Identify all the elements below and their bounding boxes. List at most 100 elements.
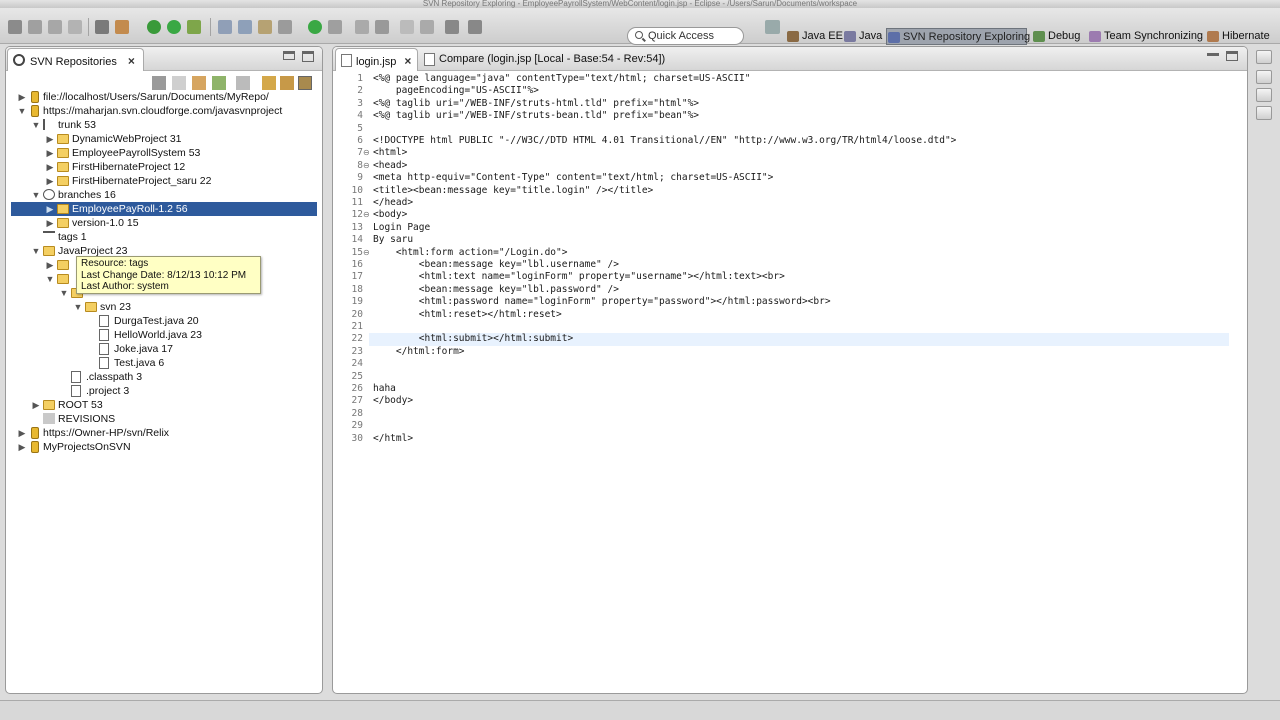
code-line[interactable]: pageEncoding="US-ASCII"%> xyxy=(373,85,539,97)
code-line[interactable]: <html:submit></html:submit> xyxy=(373,333,573,345)
run-server-icon[interactable] xyxy=(308,20,322,34)
tree-item[interactable]: DurgaTest.java 20 xyxy=(6,314,322,328)
tab-login-jsp[interactable]: login.jsp × xyxy=(335,48,419,71)
forward-icon[interactable] xyxy=(192,76,206,90)
tab-compare[interactable]: Compare (login.jsp [Local - Base:54 - Re… xyxy=(419,48,671,71)
next-annotation-icon[interactable] xyxy=(355,20,369,34)
expanded-arrow-icon[interactable]: ▼ xyxy=(31,188,41,202)
prev-annotation-icon[interactable] xyxy=(375,20,389,34)
annotation-icon[interactable] xyxy=(328,20,342,34)
outline-icon[interactable] xyxy=(1256,70,1272,84)
tree-item[interactable]: tags 1 xyxy=(6,230,322,244)
tree-item[interactable]: ▶ version-1.0 15 xyxy=(6,216,322,230)
last-edit-icon[interactable] xyxy=(400,20,414,34)
search-toolbar-icon[interactable] xyxy=(278,20,292,34)
tree-item[interactable]: .classpath 3 xyxy=(6,370,322,384)
code-line[interactable]: <bean:message key="lbl.username" /> xyxy=(373,259,619,271)
collapsed-arrow-icon[interactable]: ▶ xyxy=(45,146,55,160)
editor-maximize-icon[interactable] xyxy=(1226,51,1238,61)
collapsed-arrow-icon[interactable]: ▶ xyxy=(45,258,55,272)
code-line[interactable]: Login Page xyxy=(373,222,430,234)
collapsed-arrow-icon[interactable]: ▶ xyxy=(45,132,55,146)
collapsed-arrow-icon[interactable]: ▶ xyxy=(45,216,55,230)
collapsed-arrow-icon[interactable]: ▶ xyxy=(17,440,27,454)
maximize-icon[interactable] xyxy=(302,51,314,62)
code-line[interactable]: </html> xyxy=(373,433,413,445)
fold-toggle-icon[interactable]: ⊖ xyxy=(363,209,370,221)
refresh-icon[interactable] xyxy=(212,76,226,90)
fold-toggle-icon[interactable]: ⊖ xyxy=(363,147,370,159)
print-icon[interactable] xyxy=(68,20,82,34)
code-line[interactable]: </head> xyxy=(373,197,413,209)
tree-item[interactable]: ▶ FirstHibernateProject_saru 22 xyxy=(6,174,322,188)
tree-item[interactable]: ▶ FirstHibernateProject 12 xyxy=(6,160,322,174)
close-icon[interactable]: × xyxy=(404,54,411,68)
tab-svn-repositories[interactable]: SVN Repositories × xyxy=(7,48,144,71)
code-line[interactable]: <head> xyxy=(373,160,407,172)
code-line[interactable]: <bean:message key="lbl.password" /> xyxy=(373,284,619,296)
pin-icon[interactable] xyxy=(420,20,434,34)
expanded-arrow-icon[interactable]: ▼ xyxy=(17,104,27,118)
expanded-arrow-icon[interactable]: ▼ xyxy=(31,118,41,132)
build-icon[interactable] xyxy=(115,20,129,34)
fold-toggle-icon[interactable]: ⊖ xyxy=(363,160,370,172)
tree-item[interactable]: ▶ EmployeePayRoll-1.2 56 xyxy=(11,202,317,216)
save-all-icon[interactable] xyxy=(48,20,62,34)
tree-item[interactable]: ▶ DynamicWebProject 31 xyxy=(6,132,322,146)
new-server-icon[interactable] xyxy=(218,20,232,34)
collapsed-arrow-icon[interactable]: ▶ xyxy=(45,174,55,188)
code-line[interactable]: </body> xyxy=(373,395,413,407)
open-perspective-icon[interactable] xyxy=(765,20,780,34)
editor-minimize-icon[interactable] xyxy=(1207,53,1219,56)
collapsed-arrow-icon[interactable]: ▶ xyxy=(17,90,27,104)
forward-icon[interactable] xyxy=(468,20,482,34)
expanded-arrow-icon[interactable]: ▼ xyxy=(45,272,55,286)
collapsed-arrow-icon[interactable]: ▶ xyxy=(45,160,55,174)
collapsed-arrow-icon[interactable]: ▶ xyxy=(31,398,41,412)
restore-icon[interactable] xyxy=(1256,50,1272,64)
expanded-arrow-icon[interactable]: ▼ xyxy=(73,300,83,314)
tree-item[interactable]: REVISIONS xyxy=(6,412,322,426)
code-line[interactable]: <%@ taglib uri="/WEB-INF/struts-html.tld… xyxy=(373,98,699,110)
tree-item[interactable]: Test.java 6 xyxy=(6,356,322,370)
code-line[interactable]: By saru xyxy=(373,234,413,246)
expanded-arrow-icon[interactable]: ▼ xyxy=(31,244,41,258)
minimize-icon[interactable] xyxy=(283,51,295,60)
tree-item[interactable]: ▶ ROOT 53 xyxy=(6,398,322,412)
quick-access-input[interactable]: Quick Access xyxy=(627,27,744,45)
tree-item[interactable]: ▶ EmployeePayrollSystem 53 xyxy=(6,146,322,160)
back-icon[interactable] xyxy=(445,20,459,34)
code-line[interactable]: </html:form> xyxy=(373,346,465,358)
view-menu-icon[interactable] xyxy=(298,76,312,90)
tree-item[interactable]: Joke.java 17 xyxy=(6,342,322,356)
collapsed-arrow-icon[interactable]: ▶ xyxy=(45,202,55,216)
code-line[interactable]: <meta http-equiv="Content-Type" content=… xyxy=(373,172,773,184)
open-task-icon[interactable] xyxy=(258,20,272,34)
expanded-arrow-icon[interactable]: ▼ xyxy=(59,286,69,300)
collapse-all-icon[interactable] xyxy=(236,76,250,90)
new-repository-icon[interactable] xyxy=(262,76,276,90)
open-type-icon[interactable] xyxy=(238,20,252,34)
debug-run-icon[interactable] xyxy=(147,20,161,34)
tree-item[interactable]: ▼ svn 23 xyxy=(6,300,322,314)
code-line[interactable]: <html:text name="loginForm" property="us… xyxy=(373,271,785,283)
link-editor-icon[interactable] xyxy=(280,76,294,90)
perspective-team-synchronizing[interactable]: Team Synchronizing xyxy=(1088,28,1203,45)
code-line[interactable]: <title><bean:message key="title.login" /… xyxy=(373,185,653,197)
perspective-java-ee[interactable]: Java EE xyxy=(786,28,843,45)
perspective-debug[interactable]: Debug xyxy=(1032,28,1082,45)
code-line[interactable]: <html:reset></html:reset> xyxy=(373,309,562,321)
code-line[interactable]: <!DOCTYPE html PUBLIC "-//W3C//DTD HTML … xyxy=(373,135,956,147)
tree-item[interactable]: ▶ file://localhost/Users/Sarun/Documents/… xyxy=(6,90,322,104)
tree-item[interactable]: ▶ https://Owner-HP/svn/Relix xyxy=(6,426,322,440)
collapsed-arrow-icon[interactable]: ▶ xyxy=(17,426,27,440)
code-line[interactable]: <html> xyxy=(373,147,407,159)
new-icon[interactable] xyxy=(8,20,22,34)
code-line[interactable]: <body> xyxy=(373,209,407,221)
tree-item[interactable]: .project 3 xyxy=(6,384,322,398)
perspective-java[interactable]: Java xyxy=(843,28,883,45)
code-line[interactable]: <%@ taglib uri="/WEB-INF/struts-bean.tld… xyxy=(373,110,699,122)
properties-icon[interactable] xyxy=(1256,106,1272,120)
task-list-icon[interactable] xyxy=(1256,88,1272,102)
external-tools-icon[interactable] xyxy=(187,20,201,34)
